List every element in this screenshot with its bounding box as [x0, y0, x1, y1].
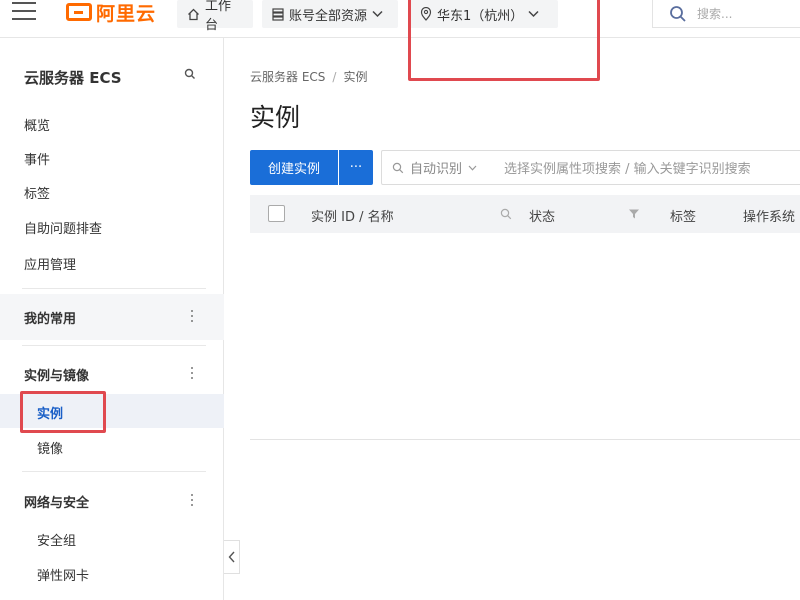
annotation-highlight-box — [408, 0, 600, 81]
filter-key-select[interactable]: 自动识别 — [382, 158, 492, 177]
sidebar-item-app-management[interactable]: 应用管理 — [24, 254, 76, 273]
more-actions-button[interactable]: ··· — [339, 150, 373, 185]
divider — [22, 471, 206, 472]
resources-dropdown[interactable]: 账号全部资源 — [262, 0, 398, 28]
filter-key-label: 自动识别 — [410, 162, 463, 177]
breadcrumb: 云服务器 ECS / 实例 — [250, 68, 367, 85]
column-search-icon[interactable] — [500, 208, 512, 220]
logo-mark-icon — [66, 3, 92, 21]
workbench-label: 工作台 — [205, 0, 232, 33]
sidebar-item-events[interactable]: 事件 — [24, 149, 50, 168]
filter-input[interactable]: 选择实例属性项搜索 / 输入关键字识别搜索 — [492, 158, 751, 177]
column-header-instance-id: 实例 ID / 名称 — [311, 210, 394, 225]
breadcrumb-item-ecs[interactable]: 云服务器 ECS — [250, 70, 325, 84]
more-dots-icon[interactable] — [186, 306, 198, 326]
annotation-highlight-box — [20, 391, 106, 433]
sidebar-item-overview[interactable]: 概览 — [24, 115, 50, 134]
chevron-down-icon — [468, 165, 477, 171]
more-dots-icon[interactable] — [186, 490, 198, 510]
sidebar-title: 云服务器 ECS — [24, 69, 122, 87]
instance-filter-search[interactable]: 自动识别 选择实例属性项搜索 / 输入关键字识别搜索 — [381, 150, 800, 185]
chevron-down-icon — [372, 10, 383, 18]
sidebar-item-troubleshoot[interactable]: 自助问题排查 — [24, 218, 102, 237]
more-dots-icon[interactable] — [186, 363, 198, 383]
workbench-button[interactable]: 工作台 — [177, 0, 253, 33]
global-search-input[interactable]: 搜索... — [652, 0, 800, 28]
table-bottom-border — [250, 439, 800, 440]
table-header: 实例 ID / 名称 状态 标签 操作系统 — [250, 195, 800, 233]
divider — [22, 345, 206, 346]
sidebar-item-tags[interactable]: 标签 — [24, 183, 50, 202]
group-label: 实例与镜像 — [24, 369, 90, 384]
search-icon — [670, 5, 686, 22]
search-placeholder: 搜索... — [697, 7, 733, 21]
home-icon — [188, 8, 199, 20]
sidebar-item-images[interactable]: 镜像 — [37, 438, 63, 457]
sidebar: 云服务器 ECS 概览 事件 标签 自助问题排查 应用管理 我的常用 实例与镜像… — [0, 38, 224, 600]
column-header-tags: 标签 — [670, 210, 697, 225]
aliyun-logo[interactable]: 阿里云 — [66, 0, 156, 25]
sidebar-item-eni[interactable]: 弹性网卡 — [37, 565, 89, 584]
group-label: 网络与安全 — [24, 496, 90, 511]
main-content: 云服务器 ECS / 实例 实例 创建实例 ··· 自动识别 选择实例属性项搜索 /… — [225, 38, 800, 600]
breadcrumb-item-instances: 实例 — [343, 70, 368, 84]
sidebar-group-favorites[interactable]: 我的常用 — [0, 294, 224, 340]
resources-icon — [272, 7, 284, 21]
sidebar-search-icon[interactable] — [184, 68, 196, 80]
column-header-status: 状态 — [529, 210, 556, 225]
breadcrumb-separator: / — [332, 70, 337, 84]
column-header-os: 操作系统 — [743, 210, 796, 225]
resources-label: 账号全部资源 — [289, 8, 368, 24]
top-navigation-bar: 阿里云 工作台 账号全部资源 华东1（杭州） 搜索... — [0, 0, 800, 38]
logo-text: 阿里云 — [96, 2, 157, 25]
divider — [22, 288, 206, 289]
menu-icon[interactable] — [12, 2, 38, 24]
group-label: 我的常用 — [24, 312, 77, 327]
create-instance-button[interactable]: 创建实例 — [250, 150, 338, 185]
sidebar-item-security-groups[interactable]: 安全组 — [37, 530, 76, 549]
page-title: 实例 — [250, 103, 301, 132]
sidebar-group-network[interactable]: 网络与安全 — [0, 478, 224, 524]
search-icon — [392, 162, 404, 173]
filter-icon[interactable] — [628, 208, 640, 220]
select-all-checkbox[interactable] — [268, 205, 285, 222]
